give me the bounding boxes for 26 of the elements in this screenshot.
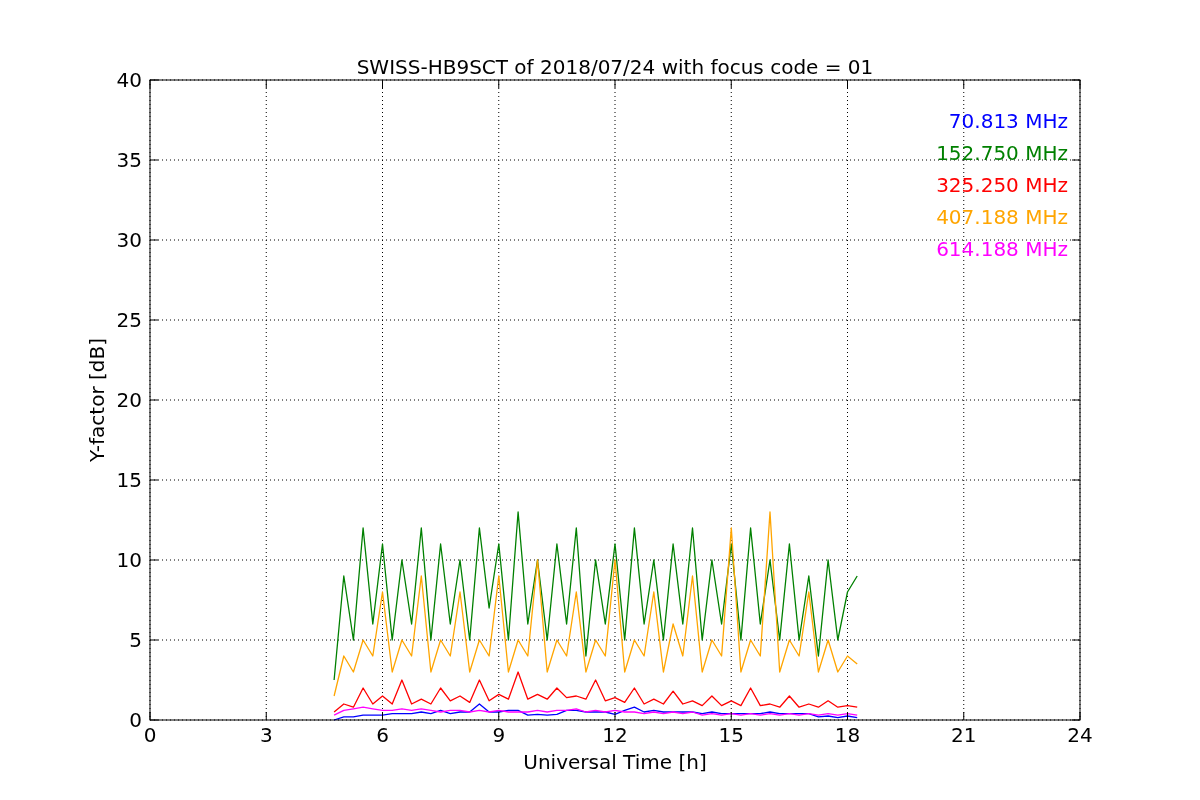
- x-tick-label: 12: [602, 723, 628, 747]
- x-tick-label: 18: [834, 723, 861, 747]
- x-tick-label: 0: [143, 723, 157, 747]
- y-tick-label: 0: [129, 708, 142, 732]
- x-tick-label: 6: [376, 723, 389, 747]
- x-tick-label: 21: [951, 723, 977, 747]
- x-tick-label: 15: [718, 723, 744, 747]
- y-tick-label: 5: [129, 628, 142, 652]
- y-tick-label: 35: [116, 148, 142, 172]
- chart-title: SWISS-HB9SCT of 2018/07/24 with focus code = 01: [356, 55, 874, 79]
- y-tick-label: 40: [116, 68, 142, 92]
- y-tick-label: 15: [116, 468, 142, 492]
- legend-label: 152.750 MHz: [936, 141, 1068, 165]
- x-tick-label: 3: [259, 723, 273, 747]
- legend-label: 70.813 MHz: [948, 109, 1068, 133]
- x-tick-label: 9: [492, 723, 506, 747]
- y-tick-label: 10: [116, 548, 142, 572]
- legend-label: 614.188 MHz: [936, 237, 1068, 261]
- y-tick-label: 30: [116, 228, 142, 252]
- y-axis-label: Y-factor [dB]: [85, 338, 109, 462]
- y-tick-label: 20: [116, 388, 142, 412]
- y-tick-label: 25: [116, 308, 142, 332]
- x-tick-label: 24: [1067, 723, 1093, 747]
- legend-label: 407.188 MHz: [936, 205, 1068, 229]
- x-axis-label: Universal Time [h]: [523, 750, 707, 774]
- legend-label: 325.250 MHz: [936, 173, 1068, 197]
